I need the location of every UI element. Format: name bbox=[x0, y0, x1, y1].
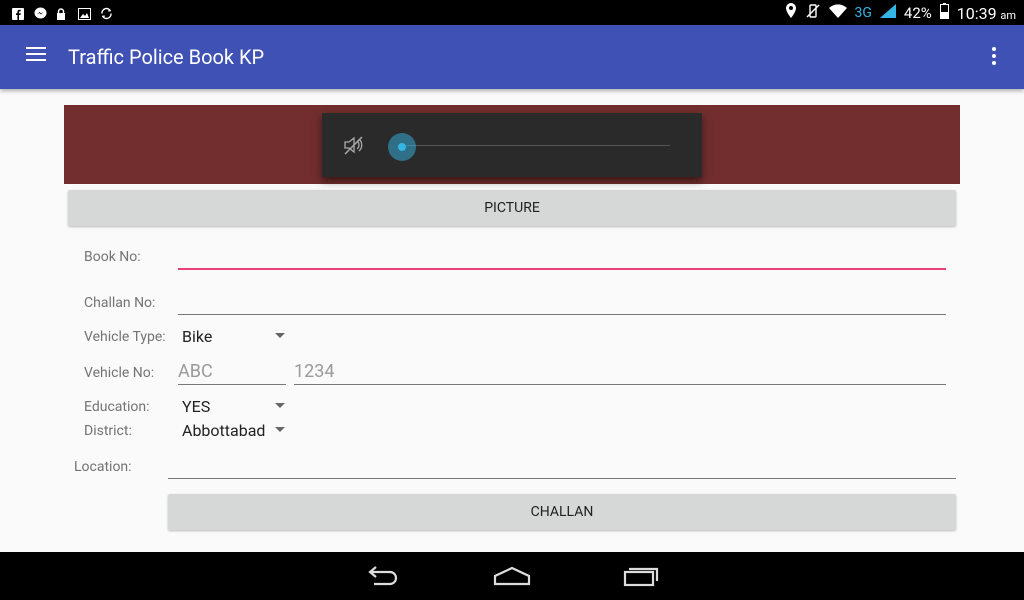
picture-button[interactable]: PICTURE bbox=[68, 190, 956, 226]
education-label: Education: bbox=[84, 399, 150, 415]
location-input[interactable] bbox=[168, 478, 956, 479]
vehicle-letters-underline bbox=[178, 384, 286, 385]
book-no-input[interactable] bbox=[178, 268, 946, 270]
challan-button[interactable]: CHALLAN bbox=[168, 494, 956, 530]
vehicle-type-label: Vehicle Type: bbox=[84, 329, 166, 345]
signal-icon bbox=[879, 4, 896, 22]
vehicle-no-label: Vehicle No: bbox=[84, 365, 155, 381]
wifi-icon bbox=[828, 4, 847, 22]
district-label: District: bbox=[84, 423, 132, 439]
facebook-icon bbox=[12, 5, 24, 20]
district-dropdown-icon[interactable] bbox=[275, 427, 285, 432]
network-type: 3G bbox=[854, 5, 872, 21]
image-icon bbox=[78, 5, 91, 20]
education-spinner[interactable]: YES bbox=[182, 397, 210, 416]
overflow-menu-icon[interactable] bbox=[984, 47, 1004, 67]
sync-icon bbox=[100, 5, 112, 20]
vehicle-type-dropdown-icon[interactable] bbox=[275, 333, 285, 338]
challan-no-input[interactable] bbox=[178, 314, 946, 315]
battery-text: 42% bbox=[903, 4, 932, 22]
challan-no-label: Challan No: bbox=[84, 295, 156, 311]
seek-thumb[interactable] bbox=[388, 133, 416, 161]
clock-time: 10:39 bbox=[956, 3, 997, 23]
vehicle-letters-input[interactable]: ABC bbox=[178, 361, 213, 382]
vehicle-type-spinner[interactable]: Bike bbox=[182, 327, 212, 346]
navigation-bar bbox=[0, 552, 1024, 600]
status-bar: 3G 42% 10:39 am bbox=[0, 0, 1024, 25]
recent-apps-icon[interactable] bbox=[620, 562, 660, 590]
hamburger-menu-icon[interactable] bbox=[26, 47, 46, 63]
messenger-icon bbox=[34, 5, 47, 19]
video-area[interactable] bbox=[64, 105, 960, 184]
education-dropdown-icon[interactable] bbox=[275, 403, 285, 408]
back-icon[interactable] bbox=[364, 562, 404, 590]
volume-mute-icon[interactable] bbox=[342, 133, 366, 157]
location-icon bbox=[785, 3, 797, 23]
clock-ampm: am bbox=[1000, 8, 1016, 22]
battery-icon bbox=[939, 3, 949, 23]
seek-bar[interactable] bbox=[402, 145, 670, 146]
book-no-label: Book No: bbox=[84, 249, 141, 265]
vibrate-off-icon bbox=[805, 3, 821, 23]
home-icon[interactable] bbox=[492, 562, 532, 590]
lock-icon bbox=[56, 5, 68, 20]
app-bar: Traffic Police Book KP bbox=[0, 25, 1024, 89]
location-label: Location: bbox=[74, 459, 132, 475]
vehicle-number-input[interactable]: 1234 bbox=[294, 361, 334, 382]
app-title: Traffic Police Book KP bbox=[68, 45, 265, 69]
vehicle-number-underline bbox=[294, 384, 946, 385]
notification-icons bbox=[12, 5, 112, 20]
district-spinner[interactable]: Abbottabad bbox=[182, 421, 265, 440]
media-controller bbox=[322, 113, 702, 177]
